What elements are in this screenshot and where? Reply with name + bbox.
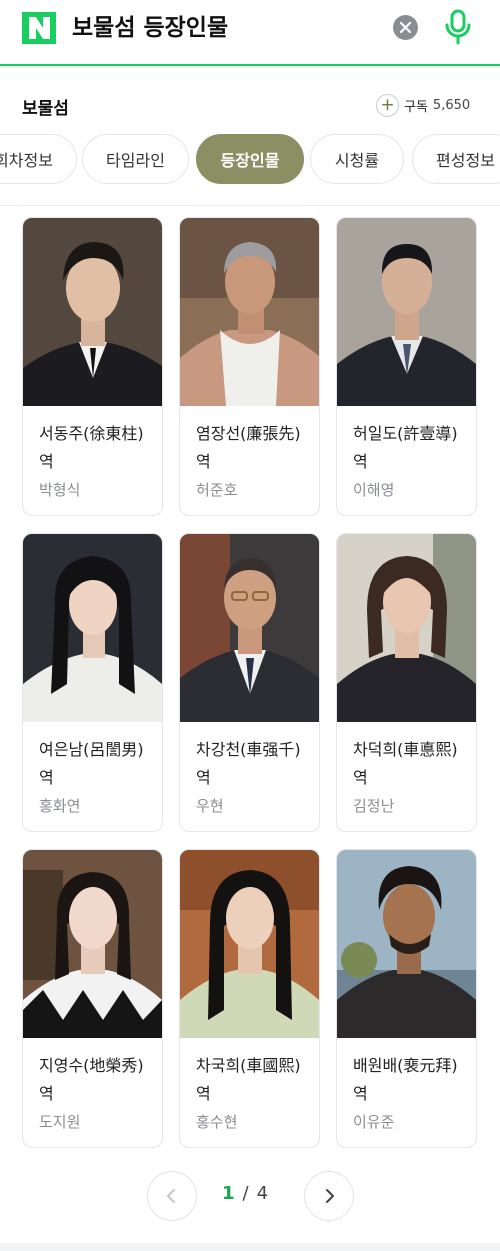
prev-page-button[interactable] bbox=[147, 1171, 197, 1221]
naver-logo[interactable] bbox=[22, 12, 56, 44]
page-indicator: 1 / 4 bbox=[222, 1183, 268, 1204]
close-icon bbox=[399, 21, 412, 34]
actor-name: 홍화연 bbox=[39, 797, 81, 815]
cast-photo bbox=[337, 218, 476, 406]
pagination: 1 / 4 bbox=[0, 1171, 500, 1223]
tab-schedule[interactable]: 편성정보 bbox=[412, 134, 500, 184]
mic-icon bbox=[445, 9, 471, 45]
cast-card[interactable]: 여은남(呂誾男) 역 홍화연 bbox=[22, 533, 163, 832]
cast-photo bbox=[180, 534, 319, 722]
program-tabs: 회차정보 타임라인 등장인물 시청률 편성정보 bbox=[0, 130, 500, 192]
cast-card[interactable]: 서동주(徐東柱) 역 박형식 bbox=[22, 217, 163, 516]
cast-card[interactable]: 차국희(車國熙) 역 홍수현 bbox=[179, 849, 320, 1148]
page-separator: / bbox=[242, 1183, 249, 1204]
character-name: 서동주(徐東柱) 역 bbox=[39, 424, 144, 471]
actor-name: 우현 bbox=[196, 797, 224, 815]
cast-photo bbox=[180, 850, 319, 1038]
tab-ratings[interactable]: 시청률 bbox=[310, 134, 404, 184]
cast-photo bbox=[337, 534, 476, 722]
cast-card[interactable]: 지영수(地榮秀) 역 도지원 bbox=[22, 849, 163, 1148]
cast-card[interactable]: 염장선(廉張先) 역 허준호 bbox=[179, 217, 320, 516]
tabs-divider bbox=[0, 205, 500, 206]
cast-photo bbox=[23, 218, 162, 406]
cast-photo bbox=[23, 850, 162, 1038]
chevron-right-icon bbox=[326, 1189, 334, 1203]
program-panel: 보물섬 + 구독 5,650 회차정보 타임라인 등장인물 시청률 편성정보 서… bbox=[0, 68, 500, 1243]
tab-timeline[interactable]: 타임라인 bbox=[82, 134, 189, 184]
actor-name: 홍수현 bbox=[196, 1113, 238, 1131]
cast-card[interactable]: 배원배(裵元拜) 역 이유준 bbox=[336, 849, 477, 1148]
character-name: 지영수(地榮秀) 역 bbox=[39, 1056, 144, 1103]
next-page-button[interactable] bbox=[304, 1171, 354, 1221]
program-title[interactable]: 보물섬 bbox=[22, 94, 69, 119]
character-name: 염장선(廉張先) 역 bbox=[196, 424, 301, 471]
character-name: 차강천(車强千) 역 bbox=[196, 740, 301, 787]
cast-photo bbox=[337, 850, 476, 1038]
character-name: 차국희(車國熙) 역 bbox=[196, 1056, 301, 1103]
cast-card[interactable]: 차덕희(車悳熙) 역 김정난 bbox=[336, 533, 477, 832]
tab-episode-info[interactable]: 회차정보 bbox=[0, 134, 77, 184]
character-name: 차덕희(車悳熙) 역 bbox=[353, 740, 458, 787]
plus-icon: + bbox=[376, 93, 399, 117]
tab-cast[interactable]: 등장인물 bbox=[196, 134, 304, 184]
total-pages: 4 bbox=[256, 1183, 269, 1204]
subscribe-label: 구독 bbox=[404, 99, 428, 115]
cast-card[interactable]: 허일도(許壹導) 역 이해영 bbox=[336, 217, 477, 516]
actor-name: 이유준 bbox=[353, 1113, 395, 1131]
actor-name: 허준호 bbox=[196, 481, 238, 499]
cast-card[interactable]: 차강천(車强千) 역 우현 bbox=[179, 533, 320, 832]
actor-name: 김정난 bbox=[353, 797, 395, 815]
search-header: 보물섬 등장인물 bbox=[0, 0, 500, 66]
character-name: 허일도(許壹導) 역 bbox=[353, 424, 458, 471]
cast-photo bbox=[23, 534, 162, 722]
voice-search-button[interactable] bbox=[442, 8, 474, 48]
current-page: 1 bbox=[222, 1183, 235, 1204]
cast-photo bbox=[180, 218, 319, 406]
character-name: 여은남(呂誾男) 역 bbox=[39, 740, 144, 787]
actor-name: 박형식 bbox=[39, 481, 81, 499]
subscribe-button[interactable]: + 구독 5,650 bbox=[376, 93, 470, 117]
search-query[interactable]: 보물섬 등장인물 bbox=[72, 12, 228, 44]
actor-name: 이해영 bbox=[353, 481, 395, 499]
chevron-left-icon bbox=[167, 1189, 175, 1203]
actor-name: 도지원 bbox=[39, 1113, 81, 1131]
subscribe-count: 5,650 bbox=[432, 97, 471, 113]
clear-search-button[interactable] bbox=[393, 15, 418, 40]
program-title-row: 보물섬 + 구독 5,650 bbox=[0, 68, 500, 130]
character-name: 배원배(裵元拜) 역 bbox=[353, 1056, 458, 1103]
